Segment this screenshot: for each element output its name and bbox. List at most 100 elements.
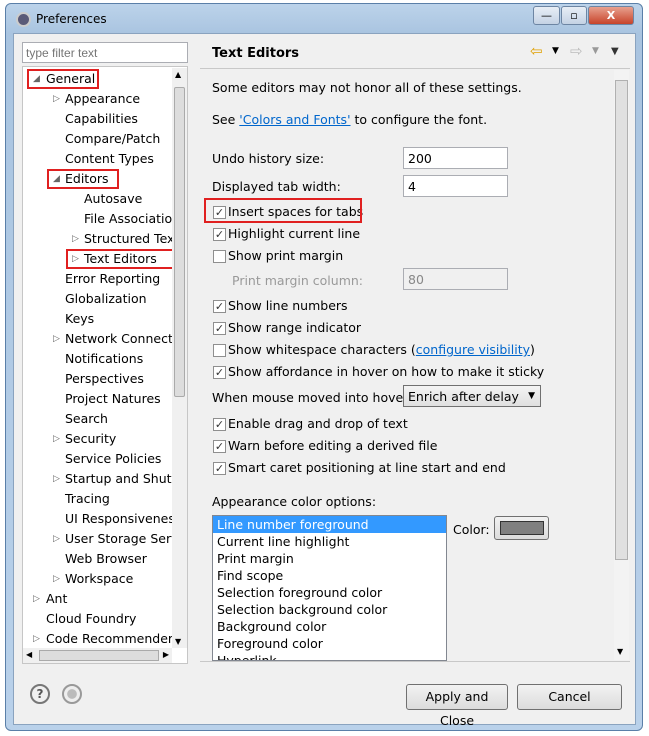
tree-item[interactable]: Security (65, 429, 116, 449)
collapse-arrow-icon[interactable]: ▷ (53, 334, 60, 344)
print-margin-column-input[interactable]: 80 (403, 268, 508, 290)
checkbox[interactable]: ✓ (213, 228, 226, 241)
checkbox-label[interactable]: Show range indicator (228, 320, 361, 335)
checkbox-label[interactable]: Show print margin (228, 248, 343, 263)
minimize-button[interactable]: — (533, 6, 560, 25)
color-option-item[interactable]: Foreground color (213, 635, 446, 652)
color-option-item[interactable]: Print margin (213, 550, 446, 567)
collapse-arrow-icon[interactable]: ▷ (53, 94, 60, 104)
collapse-arrow-icon[interactable]: ▷ (33, 634, 40, 644)
view-menu-icon[interactable]: ▼ (611, 46, 619, 57)
checkbox-label[interactable]: Show line numbers (228, 298, 348, 313)
tab-width-input[interactable]: 4 (403, 175, 508, 197)
checkbox[interactable]: ✓ (213, 440, 226, 453)
checkbox-text: Show range indicator (228, 320, 362, 335)
checkbox[interactable] (213, 250, 226, 263)
tree-item[interactable]: Service Policies (65, 449, 161, 469)
cancel-button[interactable]: Cancel (517, 684, 622, 710)
forward-arrow-icon[interactable]: ⇨ (570, 42, 583, 60)
checkbox[interactable]: ✓ (213, 322, 226, 335)
checkbox-label[interactable]: Enable drag and drop of text (228, 416, 408, 431)
color-options-list[interactable]: Line number foreground Current line highl… (212, 515, 447, 661)
tree-item[interactable]: Workspace (65, 569, 133, 589)
tree-item[interactable]: Perspectives (65, 369, 144, 389)
checkbox-text: Show affordance in hover on how to make … (228, 364, 545, 379)
collapse-arrow-icon[interactable]: ▷ (53, 434, 60, 444)
tree-scroll-thumb[interactable] (174, 87, 185, 397)
tree-item[interactable]: Structured Text (84, 229, 179, 249)
tree-item[interactable]: Project Natures (65, 389, 161, 409)
apply-and-close-button[interactable]: Apply and Close (406, 684, 508, 728)
colors-and-fonts-link[interactable]: 'Colors and Fonts' (239, 112, 350, 127)
tree-item[interactable]: Capabilities (65, 109, 138, 129)
collapse-arrow-icon[interactable]: ▷ (33, 594, 40, 604)
checkbox-label[interactable]: Show affordance in hover on how to make … (228, 364, 544, 379)
back-menu-icon[interactable]: ▼ (552, 46, 559, 56)
tree-item[interactable]: UI Responsiveness (65, 509, 181, 529)
annotation-highlight-box (27, 69, 100, 89)
tree-item[interactable]: Keys (65, 309, 94, 329)
color-option-item[interactable]: Selection foreground color (213, 584, 446, 601)
checkbox-text: Smart caret positioning at line start an… (228, 460, 506, 475)
checkbox-label[interactable]: Warn before editing a derived file (228, 438, 437, 453)
configure-visibility-link[interactable]: configure visibility (416, 342, 530, 357)
collapse-arrow-icon[interactable]: ▷ (72, 234, 79, 244)
tree-item[interactable]: Code Recommenders (46, 629, 180, 649)
color-options-label: Appearance color options: (212, 494, 377, 509)
color-option-item[interactable]: Current line highlight (213, 533, 446, 550)
color-label: Color: (453, 522, 490, 537)
collapse-arrow-icon[interactable]: ▷ (53, 574, 60, 584)
color-option-item[interactable]: Selection background color (213, 601, 446, 618)
tree-item[interactable]: Startup and Shutdown (65, 469, 187, 489)
checkbox-label[interactable]: Smart caret positioning at line start an… (228, 460, 506, 475)
checkbox[interactable]: ✓ (213, 462, 226, 475)
undo-history-input[interactable]: 200 (403, 147, 508, 169)
tree-item[interactable]: Cloud Foundry (46, 609, 136, 629)
tree-item[interactable]: Compare/Patch (65, 129, 160, 149)
checkbox-text: Highlight current line (228, 226, 361, 241)
color-option-item[interactable]: Hyperlink (213, 652, 446, 660)
checkbox[interactable]: ✓ (213, 366, 226, 379)
back-arrow-icon[interactable]: ⇦ (530, 42, 543, 60)
undo-history-label: Undo history size: (212, 151, 325, 166)
hover-select[interactable]: Enrich after delay ▼ (403, 385, 541, 407)
tree-item[interactable]: Error Reporting (65, 269, 160, 289)
tree-item[interactable]: Web Browser (65, 549, 147, 569)
checkbox-text: Warn before editing a derived file (228, 438, 438, 453)
checkbox[interactable]: ✓ (213, 300, 226, 313)
checkbox[interactable]: ✓ (213, 418, 226, 431)
tree-item[interactable]: User Storage Service (65, 529, 187, 549)
collapse-arrow-icon[interactable]: ▷ (53, 474, 60, 484)
annotation-highlight-box (66, 249, 175, 269)
close-button[interactable]: X (588, 6, 634, 25)
tree-item[interactable]: Notifications (65, 349, 143, 369)
tree-item[interactable]: Appearance (65, 89, 140, 109)
tree-item[interactable]: Search (65, 409, 108, 429)
checkbox[interactable] (213, 344, 226, 357)
collapse-arrow-icon[interactable]: ▷ (53, 534, 60, 544)
checkbox-label[interactable]: Highlight current line (228, 226, 360, 241)
color-option-item[interactable]: Find scope (213, 567, 446, 584)
color-picker-button[interactable] (494, 516, 549, 540)
tree-item[interactable]: Network Connections (65, 329, 187, 349)
font-hint-prefix: See (212, 112, 240, 127)
tree-item[interactable]: Content Types (65, 149, 154, 169)
chevron-down-icon: ▼ (528, 391, 535, 401)
color-option-item[interactable]: Line number foreground (213, 516, 446, 533)
hover-label: When mouse moved into hover: (212, 390, 413, 405)
import-export-icon[interactable] (62, 684, 82, 704)
tree-horizontal-scrollbar[interactable]: ◀ ▶ (23, 648, 172, 663)
checkbox-label[interactable]: Show whitespace characters (configure vi… (228, 342, 535, 357)
tree-item[interactable]: Autosave (84, 189, 142, 209)
tree-item[interactable]: Ant (46, 589, 67, 609)
help-icon[interactable]: ? (30, 684, 50, 704)
forward-menu-icon[interactable]: ▼ (592, 46, 599, 56)
filter-input[interactable] (22, 42, 188, 63)
title-bar[interactable]: Preferences — ▫ X (6, 4, 642, 34)
page-vertical-scrollbar[interactable]: ▼ (614, 70, 629, 660)
link-suffix: ) (530, 342, 535, 357)
tree-item[interactable]: Tracing (65, 489, 110, 509)
color-option-item[interactable]: Background color (213, 618, 446, 635)
tree-item[interactable]: Globalization (65, 289, 147, 309)
maximize-button[interactable]: ▫ (561, 6, 587, 25)
